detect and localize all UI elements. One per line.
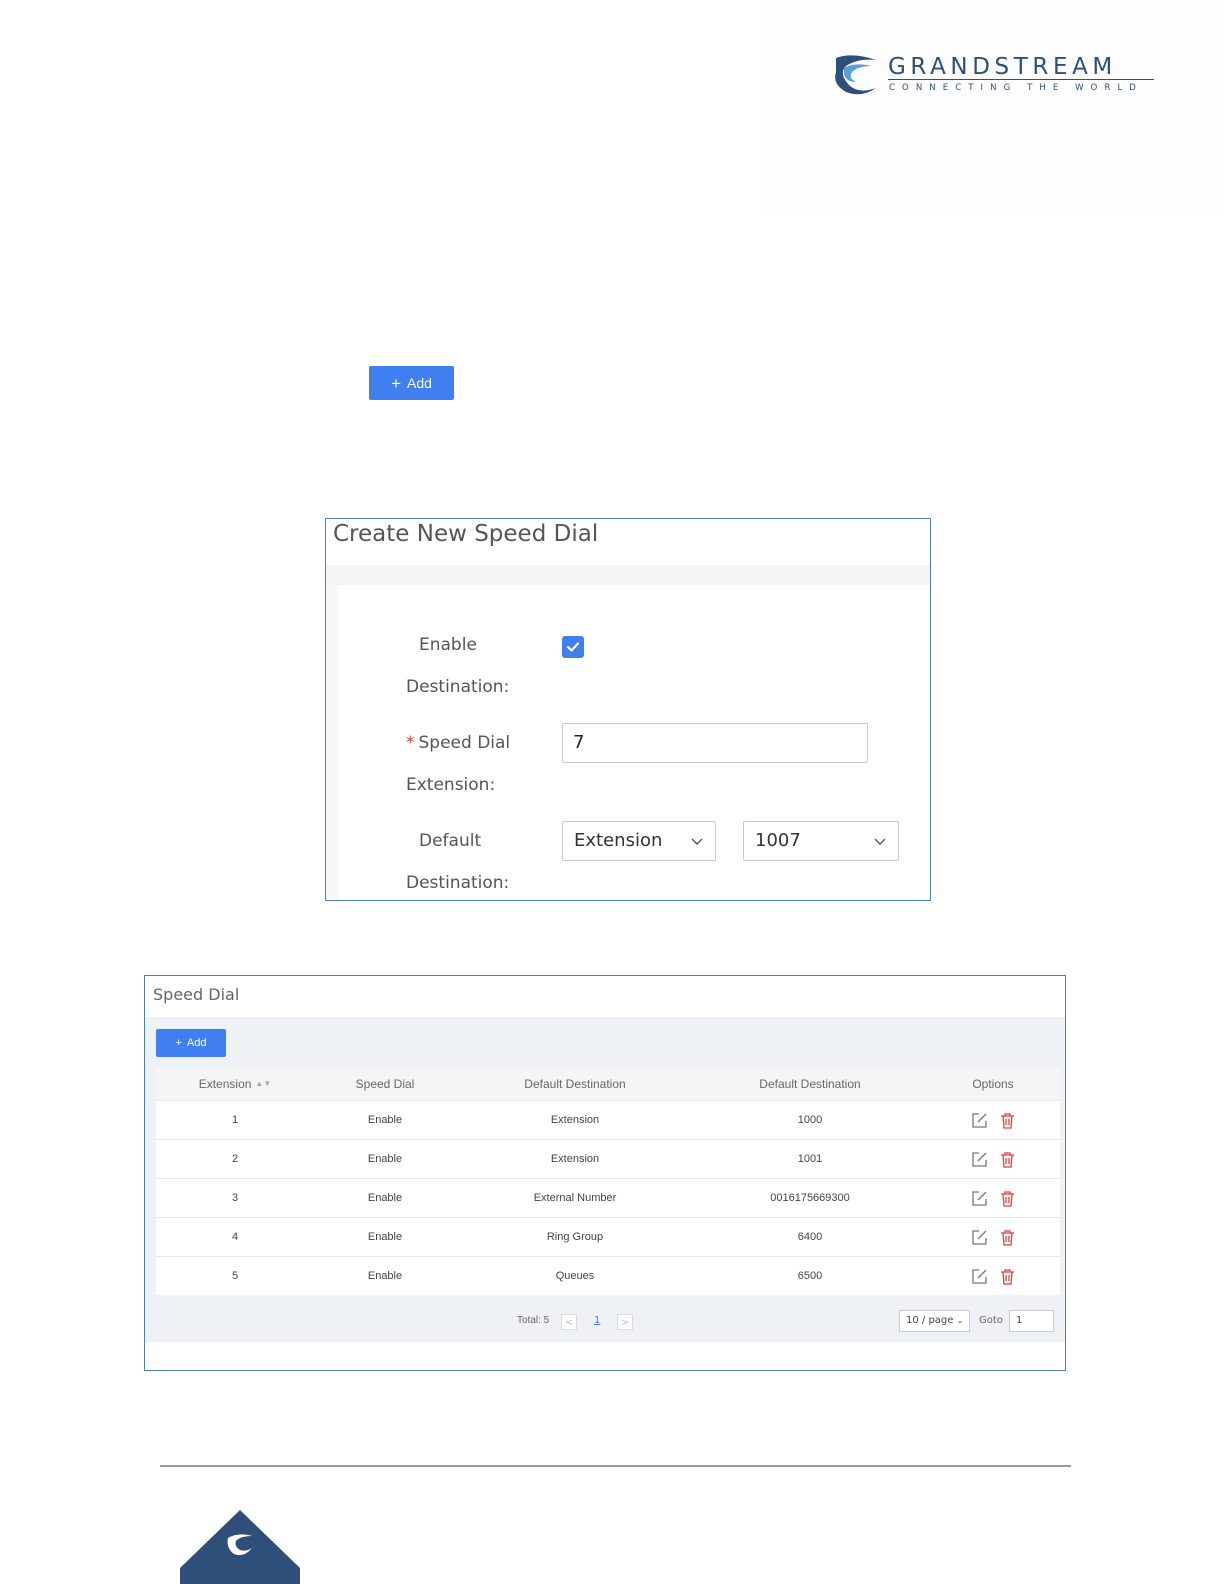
speed-dial-extension-label-line1: * Speed Dial: [406, 733, 510, 753]
logo-divider: [888, 79, 1154, 80]
sort-icon[interactable]: ▲▼: [255, 1079, 271, 1088]
speed-dial-table: Extension ▲▼ Speed Dial Default Destinati…: [156, 1067, 1060, 1295]
required-marker: *: [406, 733, 415, 753]
cell-destination-type: Queues: [555, 1270, 595, 1282]
column-header-speed-dial: Speed Dial: [355, 1076, 415, 1091]
destination-value: 1007: [755, 830, 801, 851]
default-destination-label-line2: Destination:: [406, 873, 510, 893]
goto-page-input[interactable]: 1: [1009, 1310, 1054, 1332]
edit-icon[interactable]: [971, 1112, 988, 1129]
check-icon: [566, 642, 580, 652]
table-row: 4 Enable Ring Group 6400: [156, 1217, 1060, 1256]
table-row: 3 Enable External Number 0016175669300: [156, 1178, 1060, 1217]
column-header-destination-type: Default Destination: [524, 1076, 626, 1091]
enable-destination-label-line2: Destination:: [406, 677, 510, 697]
delete-icon[interactable]: [1000, 1229, 1015, 1246]
cell-speed-dial: Enable: [367, 1114, 403, 1126]
goto-label: Goto: [979, 1315, 1003, 1326]
column-header-destination: Default Destination: [759, 1076, 861, 1091]
cell-speed-dial: Enable: [367, 1192, 403, 1204]
speed-dial-panel: Speed Dial + Add Extension ▲▼ Speed Dial …: [144, 975, 1066, 1371]
cell-destination: 6400: [797, 1231, 823, 1243]
column-header-label: Extension: [198, 1076, 252, 1091]
page-number-link[interactable]: 1: [594, 1315, 600, 1326]
table-row: 5 Enable Queues 6500: [156, 1256, 1060, 1295]
edit-icon[interactable]: [971, 1190, 988, 1207]
default-destination-label-line1: Default: [419, 831, 482, 851]
cell-destination-type: Ring Group: [546, 1231, 604, 1243]
row-options: [926, 1140, 1060, 1178]
logo-wordmark: GRANDSTREAM: [888, 54, 1117, 80]
page-size-select[interactable]: 10 / page ⌄: [899, 1310, 970, 1332]
next-page-button[interactable]: >: [617, 1314, 633, 1330]
cell-extension: 5: [231, 1270, 239, 1282]
dialog-header-divider: [326, 565, 930, 585]
enable-destination-label-line1: Enable: [419, 635, 477, 655]
cell-speed-dial: Enable: [367, 1153, 403, 1165]
row-options: [926, 1101, 1060, 1139]
grandstream-footer-icon: [180, 1510, 300, 1584]
cell-destination-type: External Number: [533, 1192, 617, 1204]
cell-extension: 4: [231, 1231, 239, 1243]
add-button-label: Add: [407, 375, 432, 391]
create-speed-dial-dialog: Create New Speed Dial Enable Destination…: [325, 518, 931, 901]
table-header: Extension ▲▼ Speed Dial Default Destinati…: [156, 1067, 1060, 1100]
cell-speed-dial: Enable: [367, 1270, 403, 1282]
cell-destination: 1001: [797, 1153, 823, 1165]
dialog-title: Create New Speed Dial: [333, 521, 599, 547]
cell-destination-type: Extension: [550, 1153, 600, 1165]
footer-rule: [160, 1465, 1071, 1467]
column-header-options: Options: [972, 1076, 1014, 1091]
speed-dial-extension-input[interactable]: 7: [562, 723, 868, 763]
table-row: 2 Enable Extension 1001: [156, 1139, 1060, 1178]
logo-tagline: CONNECTING THE WORLD: [889, 83, 1143, 93]
delete-icon[interactable]: [1000, 1268, 1015, 1285]
panel-add-label: Add: [186, 1037, 207, 1049]
panel-add-button[interactable]: + Add: [156, 1029, 226, 1057]
cell-destination: 0016175669300: [770, 1192, 850, 1204]
pagination-total: Total: 5: [517, 1315, 550, 1326]
speed-dial-extension-label-line2: Extension:: [406, 775, 496, 795]
chevron-down-icon: [874, 838, 886, 845]
cell-destination: 1000: [797, 1114, 823, 1126]
cell-extension: 1: [231, 1114, 239, 1126]
enable-destination-checkbox[interactable]: [562, 636, 584, 658]
plus-icon: +: [175, 1037, 182, 1049]
delete-icon[interactable]: [1000, 1190, 1015, 1207]
destination-type-value: Extension: [574, 830, 663, 851]
cell-extension: 3: [231, 1192, 239, 1204]
destination-type-select[interactable]: Extension: [562, 821, 716, 861]
row-options: [926, 1257, 1060, 1295]
cell-destination-type: Extension: [550, 1114, 600, 1126]
cell-extension: 2: [231, 1153, 239, 1165]
edit-icon[interactable]: [971, 1229, 988, 1246]
speed-dial-label-text: Speed Dial: [418, 733, 511, 753]
grandstream-logo-icon: [835, 55, 876, 95]
destination-value-select[interactable]: 1007: [743, 821, 899, 861]
delete-icon[interactable]: [1000, 1151, 1015, 1168]
row-options: [926, 1179, 1060, 1217]
delete-icon[interactable]: [1000, 1112, 1015, 1129]
plus-icon: +: [391, 373, 401, 393]
column-header-extension[interactable]: Extension ▲▼: [156, 1067, 314, 1100]
prev-page-button[interactable]: <: [561, 1314, 577, 1330]
grandstream-logo: GRANDSTREAM CONNECTING THE WORLD: [832, 52, 1162, 102]
edit-icon[interactable]: [971, 1151, 988, 1168]
edit-icon[interactable]: [971, 1268, 988, 1285]
page-size-value: 10 / page: [906, 1315, 954, 1326]
header-tint: [760, 0, 1224, 210]
panel-title: Speed Dial: [153, 985, 240, 1004]
cell-speed-dial: Enable: [367, 1231, 403, 1243]
add-button[interactable]: + Add: [369, 366, 454, 400]
chevron-down-icon: ⌄: [956, 1316, 964, 1325]
row-options: [926, 1218, 1060, 1256]
table-row: 1 Enable Extension 1000: [156, 1100, 1060, 1139]
pagination: Total: 5 < 1 > 10 / page ⌄ Goto 1: [145, 1306, 1065, 1336]
chevron-down-icon: [691, 838, 703, 845]
dialog-side-shade: [326, 585, 338, 900]
cell-destination: 6500: [797, 1270, 823, 1282]
